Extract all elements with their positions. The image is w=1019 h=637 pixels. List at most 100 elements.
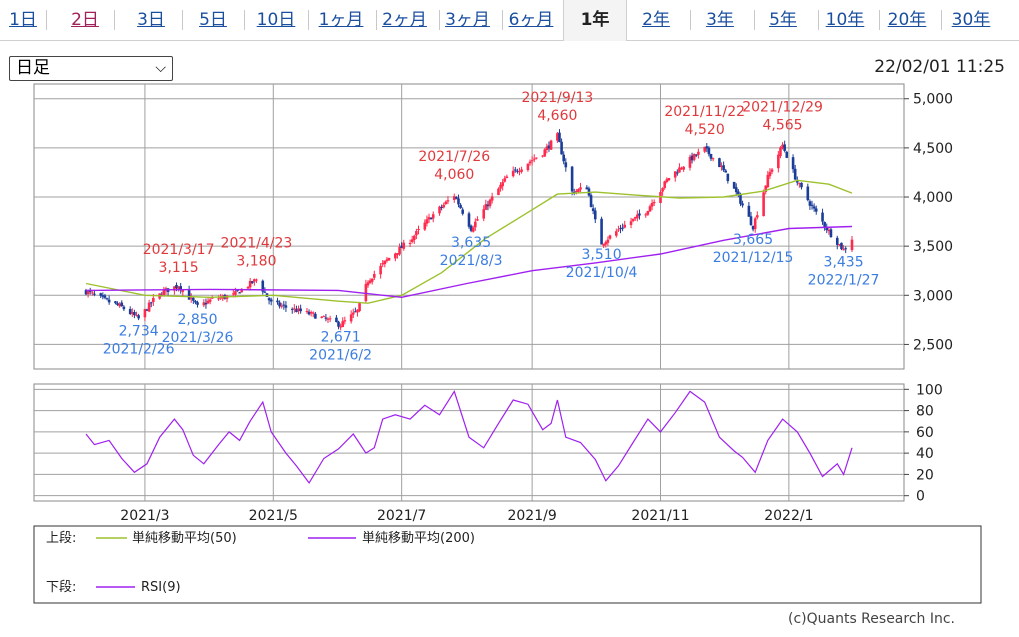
candle-body <box>842 249 845 251</box>
price-y-tick-label: 5,000 <box>913 92 953 108</box>
candle-body <box>284 305 288 308</box>
annotation-high-line1: 2021/11/22 <box>664 104 745 120</box>
candle-body <box>415 231 418 236</box>
candle-body <box>373 273 376 278</box>
candle-body <box>600 218 603 245</box>
candle-body <box>532 158 536 160</box>
candle-body <box>806 186 810 201</box>
price-y-tick-label: 4,500 <box>913 141 953 157</box>
x-tick-label: 2021/9 <box>507 508 556 524</box>
candle-body <box>638 213 641 216</box>
candle-body <box>593 210 597 220</box>
candle-body <box>196 302 199 305</box>
candle-body <box>431 214 435 219</box>
candle-body <box>840 242 843 250</box>
candle-body <box>753 218 757 230</box>
legend-upper-label: 上段: <box>46 531 76 546</box>
candle-body <box>608 235 612 239</box>
candle-body <box>741 203 744 206</box>
annotation-low-line2: 2022/1/27 <box>808 273 880 289</box>
candle-body <box>255 279 258 281</box>
candle-body <box>589 195 593 207</box>
x-tick-label: 2021/5 <box>249 508 298 524</box>
x-tick-label: 2021/3 <box>120 508 169 524</box>
candle-body <box>152 297 155 302</box>
annotation-low-line1: 3,435 <box>824 255 864 271</box>
candle-body <box>709 153 713 159</box>
legend-lower-label: 下段: <box>46 580 76 595</box>
candle-body <box>280 305 284 307</box>
candle-body <box>779 147 782 157</box>
candle-body <box>335 317 338 323</box>
candle-body <box>194 301 197 303</box>
candle-body <box>351 312 355 315</box>
annotation-high-line2: 4,060 <box>434 167 474 183</box>
candle-body <box>107 299 111 303</box>
candle-body <box>530 160 534 162</box>
annotation-low-line1: 3,635 <box>451 235 491 251</box>
candle-body <box>747 205 751 217</box>
annotation-high-line1: 2021/3/17 <box>143 242 215 258</box>
candle-body <box>617 229 620 231</box>
candle-body <box>476 219 479 221</box>
annotation-high-line2: 3,180 <box>236 254 276 270</box>
candle-body <box>623 224 627 228</box>
price-y-tick-label: 2,500 <box>913 337 953 353</box>
candle-body <box>192 297 195 301</box>
candle-body <box>737 191 740 195</box>
candle-body <box>535 157 538 159</box>
annotation-high-line2: 4,660 <box>537 108 577 124</box>
candle-body <box>276 300 279 303</box>
candle-body <box>648 206 652 212</box>
candle-body <box>423 222 427 230</box>
copyright-credit: (c)Quants Research Inc. <box>787 611 955 627</box>
candle-body <box>461 209 464 214</box>
candle-body <box>181 290 185 292</box>
candle-body <box>564 162 568 168</box>
candle-body <box>497 188 500 196</box>
candle-body <box>322 316 326 318</box>
candle-body <box>324 317 328 319</box>
candle-body <box>756 215 759 218</box>
rsi-y-tick-label: 40 <box>916 446 934 462</box>
candle-body <box>501 182 504 187</box>
rsi-y-tick-label: 60 <box>916 425 934 441</box>
candle-body <box>558 132 561 143</box>
candle-body <box>673 171 677 178</box>
annotation-low-line2: 2021/8/3 <box>440 253 503 269</box>
candle-body <box>343 320 347 322</box>
rsi-y-tick-label: 20 <box>916 467 934 483</box>
price-y-tick-label: 3,000 <box>913 288 953 304</box>
candle-body <box>425 219 429 224</box>
candle-body <box>263 291 267 293</box>
candle-body <box>676 172 679 174</box>
annotation-high-line1: 2021/7/26 <box>418 149 490 165</box>
candle-body <box>663 181 667 188</box>
candle-body <box>768 172 772 177</box>
annotation-high-line2: 3,115 <box>159 260 199 276</box>
x-tick-label: 2021/11 <box>631 508 689 524</box>
candle-body <box>543 149 547 157</box>
candle-body <box>105 298 109 300</box>
candle-body <box>520 169 523 172</box>
rsi-y-tick-label: 0 <box>916 489 925 505</box>
candle-body <box>398 246 401 255</box>
annotation-high-line1: 2021/9/13 <box>521 90 593 106</box>
candle-body <box>467 213 471 227</box>
candle-body <box>650 202 654 207</box>
candle-body <box>829 229 833 238</box>
candle-body <box>488 199 492 207</box>
candle-body <box>442 204 446 208</box>
candle-body <box>305 310 309 312</box>
candle-body <box>823 222 826 227</box>
candle-body <box>606 239 610 243</box>
annotation-low-line2: 2021/3/26 <box>162 330 234 346</box>
candle-body <box>734 187 738 193</box>
candle-body <box>444 201 448 204</box>
candle-body <box>133 312 136 316</box>
candle-body <box>777 154 780 169</box>
candle-body <box>511 170 515 177</box>
candle-body <box>615 231 618 236</box>
candle-body <box>793 168 797 180</box>
candle-body <box>412 235 416 240</box>
